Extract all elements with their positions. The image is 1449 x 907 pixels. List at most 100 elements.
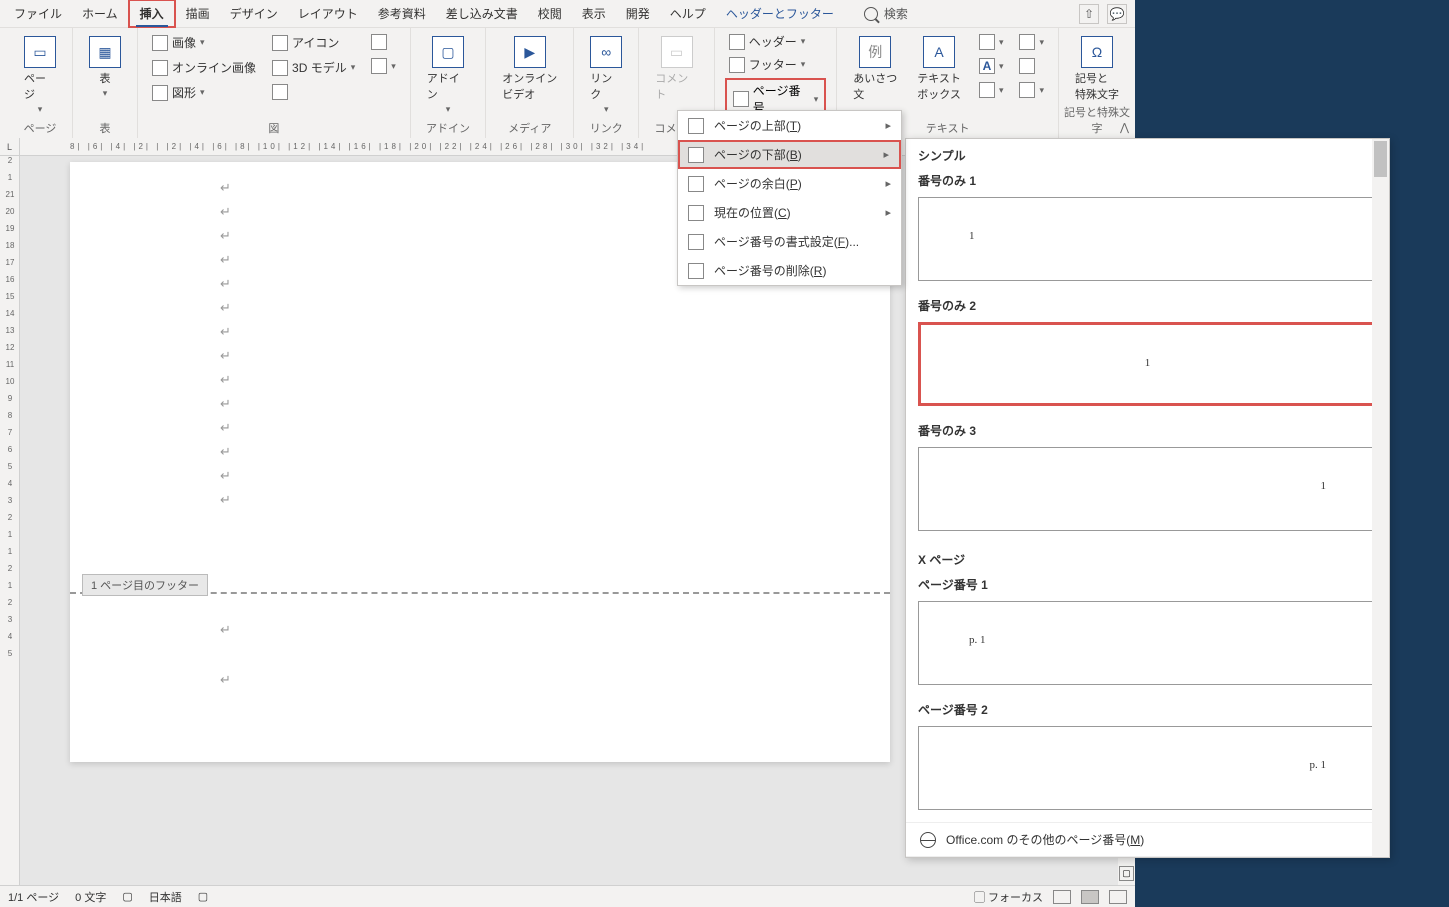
wordart-button[interactable]: A▾ bbox=[975, 56, 1008, 76]
gallery-item-label: ページ番号 2 bbox=[906, 697, 1389, 722]
page-icon bbox=[688, 234, 704, 250]
video-icon: ▶ bbox=[514, 36, 546, 68]
footer-icon bbox=[729, 57, 745, 73]
tab-help[interactable]: ヘルプ bbox=[660, 1, 716, 26]
gallery-item-preview[interactable]: p. 1 bbox=[918, 601, 1377, 685]
comments-button[interactable]: 💬 bbox=[1107, 4, 1127, 24]
menu-item-p[interactable]: ページの余白(P)▸ bbox=[678, 169, 901, 198]
group-addins: ▢ アドイン▾ アドイン bbox=[411, 28, 487, 138]
online-video-button[interactable]: ▶ オンライン ビデオ bbox=[496, 32, 563, 106]
3dmodel-button[interactable]: 3D モデル▾ bbox=[268, 57, 359, 78]
menu-item-b[interactable]: ページの下部(B)▸ bbox=[678, 140, 901, 169]
group-media: ▶ オンライン ビデオ メディア bbox=[486, 28, 574, 138]
tab-review[interactable]: 校閲 bbox=[528, 1, 572, 26]
tab-references[interactable]: 参考資料 bbox=[368, 1, 436, 26]
symbols-button[interactable]: Ω 記号と 特殊文字 bbox=[1069, 32, 1125, 106]
pages-button[interactable]: ▭ ページ▾ bbox=[18, 32, 62, 119]
smartart-icon bbox=[272, 84, 288, 100]
tab-layout[interactable]: レイアウト bbox=[288, 1, 368, 26]
gallery-item-label: 番号のみ 2 bbox=[906, 293, 1389, 318]
menu-item-f[interactable]: ページ番号の書式設定(F)... bbox=[678, 227, 901, 256]
ruler-restore-button[interactable]: ▢ bbox=[1119, 866, 1134, 881]
share-button[interactable]: ⇧ bbox=[1079, 4, 1099, 24]
status-page[interactable]: 1/1 ページ bbox=[8, 889, 59, 905]
page-icon: ▭ bbox=[24, 36, 56, 68]
object-button[interactable]: ▾ bbox=[1015, 80, 1048, 100]
gallery-item-label: ページ番号 1 bbox=[906, 572, 1389, 597]
gallery-section-simple: シンプル bbox=[906, 139, 1389, 168]
dropcap-button[interactable]: ▾ bbox=[975, 80, 1008, 100]
menu-item-r[interactable]: ページ番号の削除(R) bbox=[678, 256, 901, 285]
status-macro-icon[interactable]: ▢ bbox=[198, 890, 208, 903]
gallery-item-label: 番号のみ 3 bbox=[906, 418, 1389, 443]
smartart-button[interactable] bbox=[268, 82, 359, 102]
tab-file[interactable]: ファイル bbox=[4, 1, 72, 26]
quickparts-button[interactable]: ▾ bbox=[975, 32, 1008, 52]
gallery-more-office[interactable]: Office.com のその他のページ番号(M) ▸ bbox=[906, 822, 1389, 856]
tab-design[interactable]: デザイン bbox=[220, 1, 288, 26]
view-print-button[interactable] bbox=[1081, 890, 1099, 904]
pagenum-icon bbox=[733, 91, 749, 107]
group-pages: ▭ ページ▾ ページ bbox=[8, 28, 73, 138]
status-words[interactable]: 0 文字 bbox=[75, 889, 106, 905]
quickparts-icon bbox=[979, 34, 995, 50]
textbox-icon: A bbox=[923, 36, 955, 68]
addins-icon: ▢ bbox=[432, 36, 464, 68]
menu-item-c[interactable]: 現在の位置(C)▸ bbox=[678, 198, 901, 227]
table-button[interactable]: ▦ 表▾ bbox=[83, 32, 127, 103]
table-icon: ▦ bbox=[89, 36, 121, 68]
menu-item-t[interactable]: ページの上部(T)▸ bbox=[678, 111, 901, 140]
search-box[interactable]: 検索 bbox=[864, 5, 908, 22]
textbox-button[interactable]: A テキスト ボックス bbox=[911, 32, 967, 106]
icons-button[interactable]: アイコン bbox=[268, 32, 359, 53]
tab-home[interactable]: ホーム bbox=[72, 1, 128, 26]
vertical-ruler[interactable]: 2121201918171615141312111098765432112123… bbox=[0, 138, 20, 885]
greeting-button[interactable]: 例 あいさつ 文 bbox=[847, 32, 903, 106]
tab-view[interactable]: 表示 bbox=[572, 1, 616, 26]
page-icon bbox=[688, 118, 704, 134]
status-language[interactable]: 日本語 bbox=[149, 889, 182, 905]
status-proofing-icon[interactable]: ▢ bbox=[122, 890, 132, 903]
tab-developer[interactable]: 開発 bbox=[616, 1, 660, 26]
gallery-scrollbar[interactable] bbox=[1372, 139, 1389, 857]
gallery-item-preview[interactable]: 1 bbox=[918, 322, 1377, 406]
addins-button[interactable]: ▢ アドイン▾ bbox=[421, 32, 476, 119]
ribbon-collapse-button[interactable]: ⋀ bbox=[1120, 121, 1129, 134]
gallery-item-preview[interactable]: 1 bbox=[918, 447, 1377, 531]
page-number-gallery: シンプル 番号のみ 11番号のみ 21番号のみ 31 X ページ ページ番号 1… bbox=[905, 138, 1390, 858]
chart-button[interactable] bbox=[367, 32, 400, 52]
screenshot-icon bbox=[371, 58, 387, 74]
tab-header-footer-tools[interactable]: ヘッダーとフッター bbox=[716, 1, 844, 26]
online-pictures-button[interactable]: オンライン画像 bbox=[148, 57, 260, 78]
page-icon bbox=[688, 147, 704, 163]
icons-icon bbox=[272, 35, 288, 51]
gallery-item-preview[interactable]: p. 1 bbox=[918, 726, 1377, 810]
comment-icon: ▭ bbox=[661, 36, 693, 68]
link-icon: ∞ bbox=[590, 36, 622, 68]
tab-mailings[interactable]: 差し込み文書 bbox=[436, 1, 528, 26]
link-button[interactable]: ∞ リンク▾ bbox=[584, 32, 628, 119]
footer-button[interactable]: フッター▾ bbox=[725, 55, 827, 74]
signature-icon bbox=[1019, 34, 1035, 50]
tab-insert[interactable]: 挿入 bbox=[128, 0, 176, 28]
pictures-button[interactable]: 画像▾ bbox=[148, 32, 260, 53]
3d-icon bbox=[272, 60, 288, 76]
view-web-button[interactable] bbox=[1109, 890, 1127, 904]
shapes-button[interactable]: 図形▾ bbox=[148, 82, 260, 103]
view-read-button[interactable] bbox=[1053, 890, 1071, 904]
gallery-section-xpage: X ページ bbox=[906, 543, 1389, 572]
group-links: ∞ リンク▾ リンク bbox=[574, 28, 639, 138]
gallery-save-selection: 選択範囲をページ番号(下) として保存(S) bbox=[906, 856, 1389, 858]
ribbon-tabs: ファイル ホーム 挿入 描画 デザイン レイアウト 参考資料 差し込み文書 校閲… bbox=[0, 0, 1135, 28]
signature-button[interactable]: ▾ bbox=[1015, 32, 1048, 52]
gallery-item-preview[interactable]: 1 bbox=[918, 197, 1377, 281]
datetime-button[interactable] bbox=[1015, 56, 1048, 76]
tab-draw[interactable]: 描画 bbox=[176, 1, 220, 26]
footer-region[interactable]: 1 ページ目のフッター ↵ ↵ bbox=[70, 592, 890, 594]
group-illustrations: 画像▾ オンライン画像 図形▾ アイコン 3D モデル▾ ▾ 図 bbox=[138, 28, 411, 138]
comment-button[interactable]: ▭ コメント bbox=[649, 32, 704, 106]
screenshot-button[interactable]: ▾ bbox=[367, 56, 400, 76]
header-button[interactable]: ヘッダー▾ bbox=[725, 32, 827, 51]
focus-mode-button[interactable]: ▢ フォーカス bbox=[974, 889, 1043, 905]
picture-icon bbox=[152, 35, 168, 51]
